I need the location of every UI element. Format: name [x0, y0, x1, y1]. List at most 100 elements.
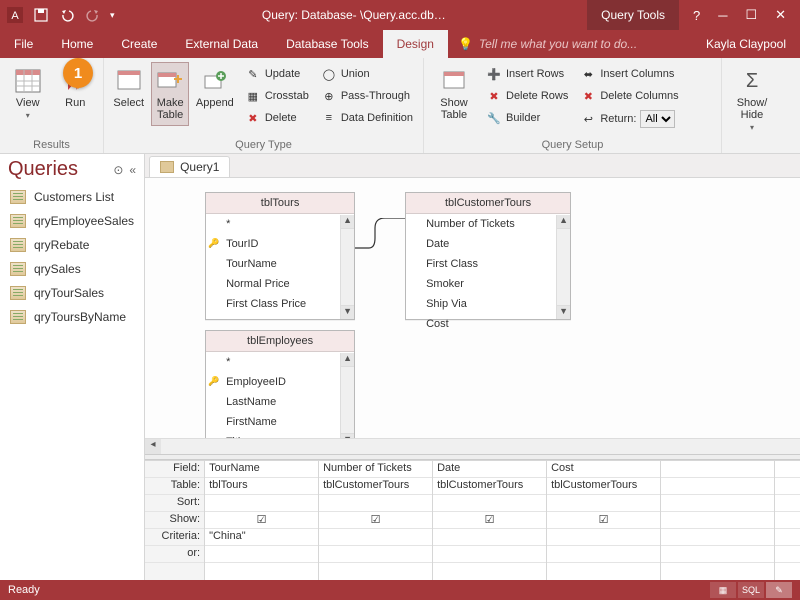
grid-column[interactable] [775, 461, 800, 580]
nav-item[interactable]: qryEmployeeSales [0, 209, 144, 233]
field-row[interactable]: Title [206, 432, 354, 438]
data-definition-button[interactable]: ≡Data Definition [317, 108, 417, 128]
insert-rows-button[interactable]: ➕Insert Rows [482, 64, 572, 84]
group-results: Results [0, 139, 103, 153]
grid-column[interactable]: Number of TicketstblCustomerTours☑ [319, 461, 433, 580]
query-icon [10, 238, 26, 252]
query-icon [160, 161, 174, 173]
ribbon-tabs: File Home Create External Data Database … [0, 30, 800, 58]
show-hide-button[interactable]: Σ Show/ Hide ▾ [728, 62, 776, 137]
builder-button[interactable]: 🔧Builder [482, 108, 572, 128]
field-row[interactable]: Date [406, 234, 570, 254]
field-row[interactable]: Ship Via [406, 294, 570, 314]
nav-item[interactable]: qryRebate [0, 233, 144, 257]
tab-create[interactable]: Create [107, 30, 171, 58]
diagram-scrollbar[interactable]: ◂▸ [145, 438, 800, 454]
field-row[interactable]: * [206, 352, 354, 372]
select-query-button[interactable]: Select [110, 62, 147, 114]
tab-external-data[interactable]: External Data [171, 30, 272, 58]
tab-design[interactable]: Design [383, 30, 448, 58]
union-button[interactable]: ◯Union [317, 64, 417, 84]
query-icon [10, 214, 26, 228]
scrollbar[interactable]: ▲▼ [340, 215, 354, 319]
user-name[interactable]: Kayla Claypool [692, 30, 800, 58]
document-tab-query1[interactable]: Query1 [149, 156, 230, 177]
table-tblemployees[interactable]: tblEmployees *EmployeeIDLastNameFirstNam… [205, 330, 355, 438]
delete-rows-icon: ✖ [486, 88, 502, 104]
view-datasheet-icon[interactable]: ▦ [710, 582, 736, 598]
return-icon: ↩ [580, 111, 596, 127]
field-row[interactable]: Normal Price [206, 274, 354, 294]
query-grid[interactable]: Field: Table: Sort: Show: Criteria: or: … [145, 460, 800, 580]
dropdown-icon: ▾ [750, 123, 754, 132]
tab-file[interactable]: File [0, 30, 47, 58]
nav-filter-icon[interactable]: ⊙ [113, 163, 123, 177]
grid-column[interactable]: TourNametblTours☑"China" [205, 461, 319, 580]
nav-collapse-icon[interactable]: « [129, 163, 136, 177]
access-app-icon: A [6, 6, 24, 24]
query-icon [10, 310, 26, 324]
crosstab-button[interactable]: ▦Crosstab [241, 86, 313, 106]
field-row[interactable]: TourName [206, 254, 354, 274]
table-tblcustomertours[interactable]: tblCustomerTours Number of TicketsDateFi… [405, 192, 571, 320]
delete-columns-button[interactable]: ✖Delete Columns [576, 86, 682, 106]
field-row[interactable]: * [206, 214, 354, 234]
save-icon[interactable] [32, 6, 50, 24]
return-select[interactable]: All [640, 110, 675, 128]
grid-column[interactable]: DatetblCustomerTours☑ [433, 461, 547, 580]
tell-me-input[interactable] [479, 37, 649, 51]
scrollbar[interactable]: ▲▼ [340, 353, 354, 438]
field-row[interactable]: Cost [406, 314, 570, 334]
minimize-icon[interactable]: ─ [718, 8, 727, 23]
field-row[interactable]: FirstName [206, 412, 354, 432]
nav-item[interactable]: qryTourSales [0, 281, 144, 305]
field-row[interactable]: TourID [206, 234, 354, 254]
grid-row-labels: Field: Table: Sort: Show: Criteria: or: [145, 461, 205, 580]
table-tbltours[interactable]: tblTours *TourIDTourNameNormal PriceFirs… [205, 192, 355, 320]
qat-dropdown-icon[interactable]: ▾ [110, 10, 115, 21]
group-query-type: Query Type [104, 139, 423, 153]
update-icon: ✎ [245, 66, 261, 82]
tab-home[interactable]: Home [47, 30, 107, 58]
nav-item[interactable]: qryToursByName [0, 305, 144, 329]
join-line [355, 218, 405, 258]
field-row[interactable]: First Class [406, 254, 570, 274]
field-row[interactable]: EmployeeID [206, 372, 354, 392]
union-icon: ◯ [321, 66, 337, 82]
make-table-button[interactable]: Make Table [151, 62, 188, 126]
undo-icon[interactable] [58, 6, 76, 24]
nav-header[interactable]: Queries [8, 158, 78, 181]
maximize-icon[interactable]: ☐ [745, 7, 757, 23]
tab-database-tools[interactable]: Database Tools [272, 30, 383, 58]
grid-column[interactable]: CosttblCustomerTours☑ [547, 461, 661, 580]
return-control[interactable]: ↩Return: All [576, 108, 682, 130]
view-button[interactable]: View ▾ [6, 62, 50, 125]
field-row[interactable]: LastName [206, 392, 354, 412]
append-button[interactable]: Append [193, 62, 237, 114]
update-button[interactable]: ✎Update [241, 64, 313, 84]
field-row[interactable]: Smoker [406, 274, 570, 294]
make-table-icon [155, 67, 185, 95]
scrollbar[interactable]: ▲▼ [556, 215, 570, 319]
nav-item[interactable]: Customers List [0, 185, 144, 209]
window-title: Query: Database- \Query.acc.db… [121, 8, 588, 22]
show-table-button[interactable]: Show Table [430, 62, 478, 126]
query-diagram[interactable]: tblTours *TourIDTourNameNormal PriceFirs… [145, 178, 800, 438]
view-design-icon[interactable]: ✎ [766, 582, 792, 598]
passthrough-button[interactable]: ⊕Pass-Through [317, 86, 417, 106]
select-icon [114, 67, 144, 95]
nav-item[interactable]: qrySales [0, 257, 144, 281]
status-text: Ready [8, 584, 40, 596]
lightbulb-icon: 💡 [458, 37, 473, 51]
delete-rows-button[interactable]: ✖Delete Rows [482, 86, 572, 106]
close-icon[interactable]: ✕ [775, 7, 786, 23]
grid-column[interactable] [661, 461, 775, 580]
redo-icon[interactable] [84, 6, 102, 24]
tell-me-search[interactable]: 💡 [448, 30, 692, 58]
delete-query-button[interactable]: ✖Delete [241, 108, 313, 128]
field-row[interactable]: First Class Price [206, 294, 354, 314]
view-sql-icon[interactable]: SQL [738, 582, 764, 598]
field-row[interactable]: Number of Tickets [406, 214, 570, 234]
help-icon[interactable]: ? [693, 8, 700, 23]
insert-columns-button[interactable]: ⬌Insert Columns [576, 64, 682, 84]
